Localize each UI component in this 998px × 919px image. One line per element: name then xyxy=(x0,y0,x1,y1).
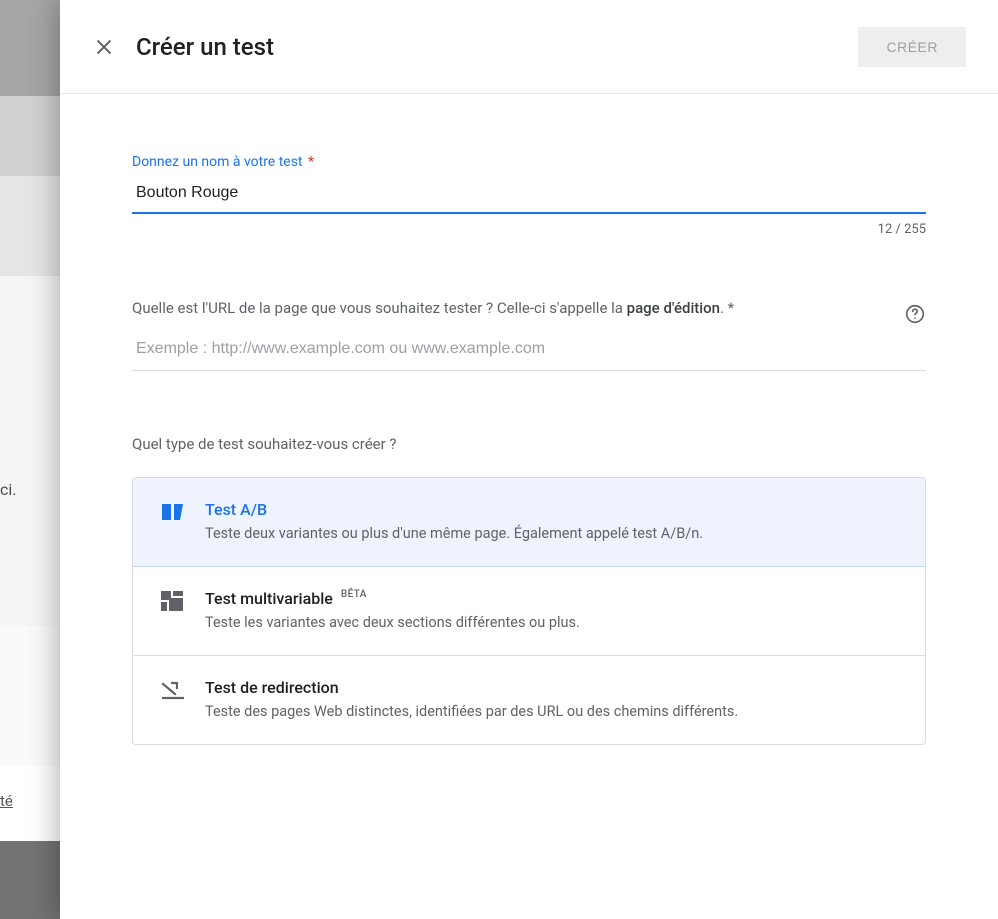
bg-text-fragment: ci. xyxy=(0,480,16,499)
test-type-desc: Teste deux variantes ou plus d'une même … xyxy=(205,523,901,544)
create-test-panel: Créer un test CRÉER Donnez un nom à votr… xyxy=(60,0,998,919)
test-type-section: Quel type de test souhaitez-vous créer ?… xyxy=(132,435,926,745)
test-name-label-text: Donnez un nom à votre test xyxy=(132,154,303,170)
required-mark: * xyxy=(308,154,314,170)
test-type-title: Test multivariable xyxy=(205,589,333,608)
panel-body: Donnez un nom à votre test * 12 / 255 Qu… xyxy=(60,94,998,919)
test-type-label: Quel type de test souhaitez-vous créer ? xyxy=(132,435,926,453)
multivariate-icon xyxy=(161,589,205,611)
test-type-option-redirect[interactable]: Test de redirection Teste des pages Web … xyxy=(133,655,925,744)
test-name-label: Donnez un nom à votre test * xyxy=(132,154,926,170)
redirect-icon xyxy=(161,678,205,700)
test-type-title: Test A/B xyxy=(205,500,267,519)
test-type-title: Test de redirection xyxy=(205,678,339,697)
close-button[interactable] xyxy=(84,27,124,67)
panel-header: Créer un test CRÉER xyxy=(60,0,998,94)
test-type-list: Test A/B Teste deux variantes ou plus d'… xyxy=(132,477,926,745)
url-label-after: . * xyxy=(720,299,734,317)
editor-url-field: Quelle est l'URL de la page que vous sou… xyxy=(132,297,926,371)
test-type-option-ab[interactable]: Test A/B Teste deux variantes ou plus d'… xyxy=(132,477,926,567)
url-label-before: Quelle est l'URL de la page que vous sou… xyxy=(132,299,627,317)
test-name-field: Donnez un nom à votre test * 12 / 255 xyxy=(132,154,926,237)
editor-url-input[interactable] xyxy=(132,326,926,371)
char-count: 12 / 255 xyxy=(132,222,926,237)
panel-title: Créer un test xyxy=(136,33,858,61)
test-type-option-multivariate[interactable]: Test multivariable BÊTA Teste les varian… xyxy=(133,566,925,655)
close-icon xyxy=(93,36,115,58)
url-label-strong: page d'édition xyxy=(627,299,720,317)
help-icon[interactable] xyxy=(904,303,926,325)
editor-url-label: Quelle est l'URL de la page que vous sou… xyxy=(132,297,926,320)
beta-badge: BÊTA xyxy=(341,589,367,600)
ab-test-icon xyxy=(161,500,205,522)
test-type-desc: Teste des pages Web distinctes, identifi… xyxy=(205,701,901,722)
bg-text-fragment: té xyxy=(0,792,13,810)
test-name-input[interactable] xyxy=(132,176,926,214)
test-type-desc: Teste les variantes avec deux sections d… xyxy=(205,612,901,633)
create-button[interactable]: CRÉER xyxy=(858,27,966,67)
